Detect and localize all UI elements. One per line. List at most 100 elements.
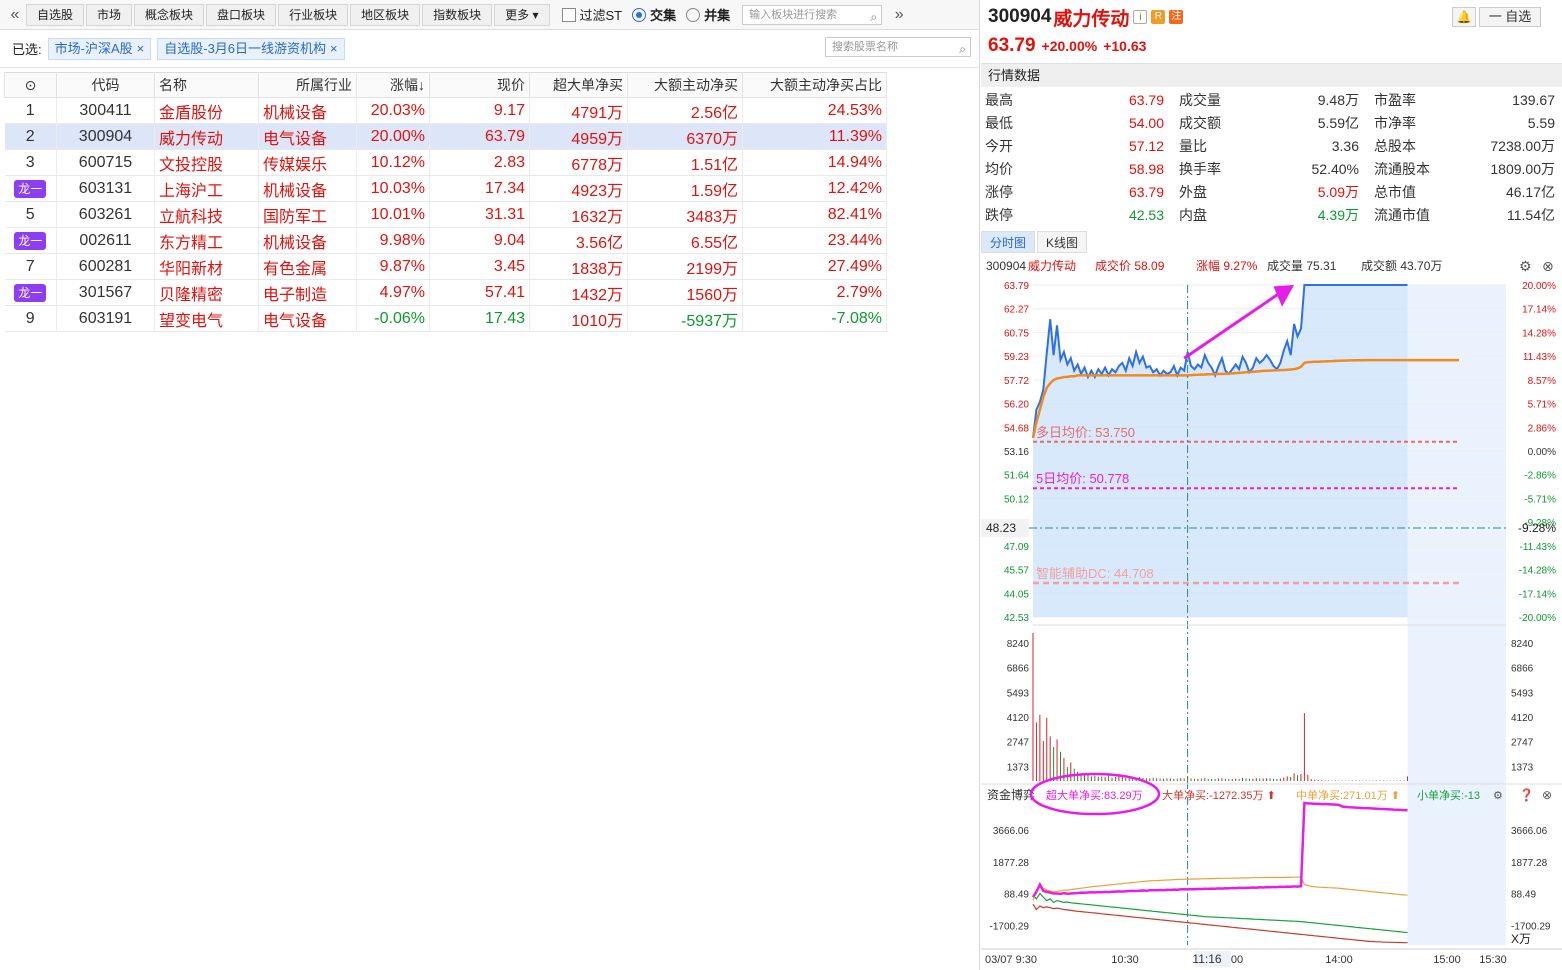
stock-change-pct: +20.00%	[1041, 38, 1098, 54]
price-tick: 50.12	[1004, 494, 1029, 505]
volume-tick-right: 8240	[1511, 639, 1534, 650]
row-super-net-buy: 1010万	[529, 305, 628, 332]
header-super-net-buy[interactable]: 超大单净买	[529, 72, 628, 98]
quote-value: 139.67	[1512, 92, 1555, 108]
table-row[interactable]: 2 300904 威力传动 电气设备 20.00% 63.79 4959万 6370万 11.3…	[4, 123, 887, 150]
table-row[interactable]: 龙一 301567 贝隆精密 电子制造 4.97% 57.41 1432万 1560万 2.79…	[4, 279, 887, 306]
header-code[interactable]: 代码	[56, 72, 155, 98]
close-icon[interactable]: ×	[137, 41, 145, 56]
row-code: 300411	[56, 97, 155, 124]
row-code: 301567	[56, 279, 155, 306]
row-big-active-ratio: 12.42%	[742, 175, 887, 202]
flow-small-line	[1032, 892, 1408, 934]
flow-big-label: 大单净买:-1272.35万 ⬆	[1162, 788, 1276, 802]
header-settings-icon[interactable]: ⊙	[4, 72, 57, 98]
flow-tick: 1877.28	[993, 858, 1030, 869]
filter-chip-watchlist[interactable]: 自选股-3月6日一线游资机构 ×	[157, 37, 345, 60]
row-name: 上海沪工	[154, 175, 259, 202]
cursor-pct-label: -9.28%	[1518, 521, 1556, 535]
quote-key: 最高	[985, 92, 1013, 108]
help-icon: ❓	[1519, 788, 1534, 802]
row-big-active-net-buy: 6370万	[627, 123, 743, 150]
tab-market[interactable]: 市场	[86, 3, 133, 26]
pct-tick: 17.14%	[1522, 305, 1556, 316]
quote-key: 最低	[985, 115, 1013, 131]
price-tick: 45.57	[1004, 566, 1029, 577]
tab-industry[interactable]: 行业板块	[278, 3, 349, 26]
table-row[interactable]: 9 603191 望变电气 电气设备 -0.06% 17.43 1010万 -5937万 -7.…	[4, 305, 887, 332]
row-change: 10.03%	[356, 175, 430, 202]
header-name[interactable]: 名称	[154, 72, 259, 98]
row-industry: 机械设备	[258, 97, 357, 124]
pct-tick: 11.43%	[1523, 352, 1556, 363]
row-industry: 国防军工	[258, 201, 357, 228]
quote-value: 3.36	[1331, 138, 1359, 154]
table-row[interactable]: 3 600715 文投控股 传媒娱乐 10.12% 2.83 6778万 1.51亿 14.94…	[4, 149, 887, 176]
x-tick: 11:16	[1192, 952, 1221, 966]
volume-tick-right: 6866	[1511, 664, 1534, 675]
union-radio[interactable]	[686, 7, 701, 22]
close-icon[interactable]: ×	[330, 41, 338, 56]
intersect-label: 交集	[650, 8, 677, 23]
bell-icon[interactable]: 🔔	[1452, 7, 1476, 27]
tab-region[interactable]: 地区板块	[350, 3, 421, 26]
table-row[interactable]: 龙一 002611 东方精工 机械设备 9.98% 9.04 3.56亿 6.55亿 23.44…	[4, 227, 887, 254]
stock-price: 63.79	[988, 35, 1036, 56]
close-icon: ⊗	[1542, 788, 1552, 802]
row-price: 9.17	[429, 97, 530, 124]
row-super-net-buy: 4791万	[529, 97, 628, 124]
row-index: 龙一	[4, 175, 57, 202]
quote-grid: 最高 63.79 成交量 9.48万 市盈率 139.67 最低 54.00 成交额 5.59亿市…	[981, 87, 1562, 227]
table-row[interactable]: 5 603261 立航科技 国防军工 10.01% 31.31 1632万 3483万 82.4…	[4, 201, 887, 228]
info-icon[interactable]: i	[1133, 10, 1148, 24]
row-super-net-buy: 3.56亿	[529, 227, 628, 254]
collapse-left-icon[interactable]: «	[4, 6, 26, 24]
filter-chip-market[interactable]: 市场-沪深A股 ×	[47, 37, 152, 60]
row-big-active-ratio: 2.79%	[742, 279, 887, 306]
row-industry: 电气设备	[258, 305, 357, 332]
volume-tick: 5493	[1007, 688, 1030, 699]
row-code: 600281	[56, 253, 155, 280]
volume-tick: 1373	[1007, 762, 1030, 773]
row-super-net-buy: 4923万	[529, 175, 628, 202]
row-super-net-buy: 6778万	[529, 149, 628, 176]
row-super-net-buy: 4959万	[529, 123, 628, 150]
board-search-input[interactable]: 输入板块进行搜索 ⌕	[742, 4, 883, 25]
quote-value: 4.39万	[1317, 207, 1359, 223]
tab-handicap[interactable]: 盘口板块	[206, 3, 277, 26]
intersect-radio[interactable]	[632, 7, 647, 22]
tab-watchlist[interactable]: 自选股	[26, 3, 85, 26]
row-price: 57.41	[429, 279, 530, 306]
volume-tick: 2747	[1007, 738, 1030, 749]
table-row[interactable]: 7 600281 华阳新材 有色金属 9.87% 3.45 1838万 2199万 27.49%	[4, 253, 887, 280]
board-search-placeholder: 输入板块进行搜索	[749, 8, 838, 21]
row-big-active-ratio: 24.53%	[742, 97, 887, 124]
tab-kline[interactable]: K线图	[1037, 231, 1088, 253]
table-row[interactable]: 龙一 603131 上海沪工 机械设备 10.03% 17.34 4923万 1.59亿 12.…	[4, 175, 887, 202]
quote-key: 总市值	[1374, 184, 1416, 200]
header-big-active-net-buy[interactable]: 大额主动净买	[627, 72, 743, 98]
table-row[interactable]: 1 300411 金盾股份 机械设备 20.03% 9.17 4791万 2.56亿 24.53…	[4, 97, 887, 124]
row-price: 9.04	[429, 227, 530, 254]
add-watchlist-button[interactable]: 一 自选	[1479, 7, 1541, 27]
tab-more[interactable]: 更多 ▾	[494, 3, 550, 26]
price-tick: 59.23	[1004, 352, 1029, 363]
stock-code: 300904	[988, 6, 1052, 27]
flow-small-label: 小单净买:-13	[1417, 788, 1480, 802]
expand-right-icon[interactable]: »	[888, 6, 910, 24]
tab-index[interactable]: 指数板块	[422, 3, 493, 26]
volume-tick-right: 2747	[1511, 738, 1534, 749]
header-industry[interactable]: 所属行业	[258, 72, 357, 98]
pct-tick: -5.71%	[1524, 494, 1556, 505]
row-change: 10.01%	[356, 201, 430, 228]
header-change[interactable]: 涨幅↓	[356, 72, 430, 98]
header-price[interactable]: 现价	[429, 72, 530, 98]
tab-intraday[interactable]: 分时图	[981, 231, 1036, 253]
filter-st-checkbox[interactable]	[561, 7, 576, 22]
quote-value: 5.59亿	[1317, 115, 1359, 131]
tab-concept[interactable]: 概念板块	[134, 3, 205, 26]
stock-search-input[interactable]: 搜索股票名称 ⌕	[825, 37, 971, 57]
header-big-active-ratio[interactable]: 大额主动净买占比	[742, 72, 887, 98]
row-name: 东方精工	[154, 227, 259, 254]
flow-unit: X万	[1511, 932, 1531, 946]
